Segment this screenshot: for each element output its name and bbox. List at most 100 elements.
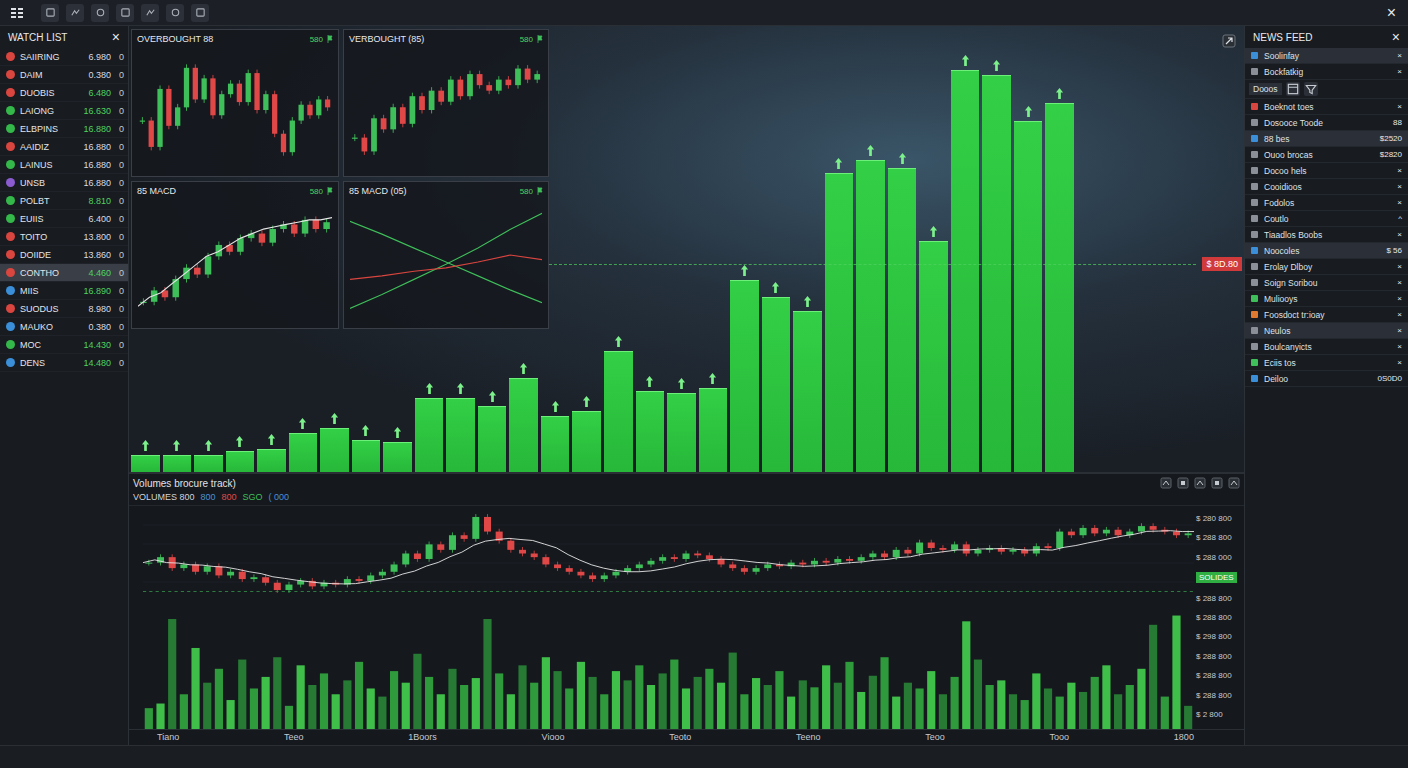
toolbar-button[interactable] [166,4,184,22]
bar[interactable] [478,406,507,472]
bar[interactable] [1045,103,1074,472]
news-feed-close[interactable]: × [1392,30,1400,44]
news-item[interactable]: 88 bes $2520 [1245,131,1408,147]
news-item[interactable]: Coutlo ^ [1245,211,1408,227]
bar[interactable] [1014,121,1043,472]
bar[interactable] [982,75,1011,472]
mini-chart[interactable]: 85 MACD 580 [131,181,339,329]
news-trail[interactable]: × [1397,294,1402,303]
bar[interactable] [131,455,160,472]
news-trail[interactable]: × [1397,310,1402,319]
news-item[interactable]: Cooidioos × [1245,179,1408,195]
watch-list-row[interactable]: SUODUS 8.980 0 [0,300,128,318]
news-item[interactable]: Muliooys × [1245,291,1408,307]
news-trail[interactable]: $2820 [1380,150,1402,159]
mini-chart[interactable]: OVERBOUGHT 88 580 [131,29,339,177]
watch-list-row[interactable]: TOITO 13.800 0 [0,228,128,246]
watch-list-row[interactable]: LAIONG 16.630 0 [0,102,128,120]
news-item[interactable]: Ouoo brocas $2820 [1245,147,1408,163]
bar[interactable] [383,442,412,472]
news-item[interactable]: Dosooce Toode 88 [1245,115,1408,131]
bar[interactable] [951,70,980,472]
news-item[interactable]: Soign Soribou × [1245,275,1408,291]
news-trail[interactable]: × [1397,198,1402,207]
watch-list-row[interactable]: DOIIDE 13.860 0 [0,246,128,264]
news-trail[interactable]: × [1397,67,1402,76]
news-item[interactable]: Neulos × [1245,323,1408,339]
news-item[interactable]: Foosdoct tr:ioay × [1245,307,1408,323]
toolbar-button[interactable] [141,4,159,22]
watch-list-row[interactable]: AAIDIZ 16.880 0 [0,138,128,156]
toolbar-button[interactable] [41,4,59,22]
bar[interactable] [320,428,349,472]
toolbar-button[interactable] [191,4,209,22]
watch-list-row[interactable]: CONTHO 4.460 0 [0,264,128,282]
news-trail[interactable]: × [1397,342,1402,351]
news-trail[interactable]: × [1397,358,1402,367]
news-trail[interactable]: × [1397,262,1402,271]
calendar-icon[interactable] [1286,82,1300,96]
news-item[interactable]: Docoo hels × [1245,163,1408,179]
watch-list-row[interactable]: LAINUS 16.880 0 [0,156,128,174]
news-trail[interactable]: $ 56 [1386,246,1402,255]
chart-tool-icon[interactable] [1194,477,1206,489]
export-icon[interactable] [1222,34,1236,48]
watch-list-row[interactable]: MAUKO 0.380 0 [0,318,128,336]
toolbar-button[interactable] [91,4,109,22]
news-trail[interactable]: 88 [1393,118,1402,127]
bar[interactable] [636,391,665,472]
news-item[interactable]: Boulcanyicts × [1245,339,1408,355]
bar[interactable] [509,378,538,472]
news-trail[interactable]: ^ [1398,214,1402,223]
watch-list-row[interactable]: UNSB 16.880 0 [0,174,128,192]
bar[interactable] [163,455,192,472]
chart-tool-icon[interactable] [1177,477,1189,489]
bar[interactable] [257,449,286,472]
bar[interactable] [793,311,822,472]
news-trail[interactable]: 0S0D0 [1378,374,1402,383]
news-item[interactable]: Tiaadlos Boobs × [1245,227,1408,243]
bar[interactable] [194,455,223,472]
news-trail[interactable]: × [1397,326,1402,335]
toolbar-button[interactable] [116,4,134,22]
bar[interactable] [730,280,759,472]
watch-list-row[interactable]: EUIIS 6.400 0 [0,210,128,228]
news-item[interactable]: Soolinfay × [1245,48,1408,64]
bar[interactable] [289,433,318,472]
news-item[interactable]: Boeknot toes × [1245,99,1408,115]
bar[interactable] [856,160,885,472]
news-trail[interactable]: × [1397,230,1402,239]
watch-list-row[interactable]: MIIS 16.890 0 [0,282,128,300]
news-trail[interactable]: × [1397,278,1402,287]
news-item[interactable]: Erolay Dlboy × [1245,259,1408,275]
grid-menu-icon[interactable] [10,6,24,20]
news-trail[interactable]: × [1397,51,1402,60]
bar[interactable] [226,451,255,472]
chart-tool-icon[interactable] [1160,477,1172,489]
mini-chart[interactable]: 85 MACD (05) 580 [343,181,549,329]
bar[interactable] [888,168,917,472]
bar[interactable] [699,388,728,472]
bar[interactable] [541,416,570,472]
mini-chart[interactable]: VERBOUGHT (85) 580 [343,29,549,177]
toolbar-button[interactable] [66,4,84,22]
bar[interactable] [446,398,475,472]
chart-tool-icon[interactable] [1228,477,1240,489]
bar[interactable] [415,398,444,472]
watch-list-row[interactable]: MOC 14.430 0 [0,336,128,354]
watch-list-row[interactable]: DUOBIS 6.480 0 [0,84,128,102]
bar[interactable] [762,297,791,472]
news-trail[interactable]: × [1397,102,1402,111]
bar[interactable] [352,440,381,472]
watch-list-row[interactable]: DAIM 0.380 0 [0,66,128,84]
watch-list-row[interactable]: ELBPINS 16.880 0 [0,120,128,138]
news-trail[interactable]: × [1397,166,1402,175]
news-item[interactable]: Eciis tos × [1245,355,1408,371]
watch-list-row[interactable]: SAIIRING 6.980 0 [0,48,128,66]
close-button[interactable]: × [1385,5,1398,21]
watch-list-row[interactable]: DENS 14.480 0 [0,354,128,372]
news-tab[interactable]: Dooos [1249,83,1282,95]
bar[interactable] [919,241,948,472]
filter-icon[interactable] [1304,82,1318,96]
bar[interactable] [825,173,854,472]
